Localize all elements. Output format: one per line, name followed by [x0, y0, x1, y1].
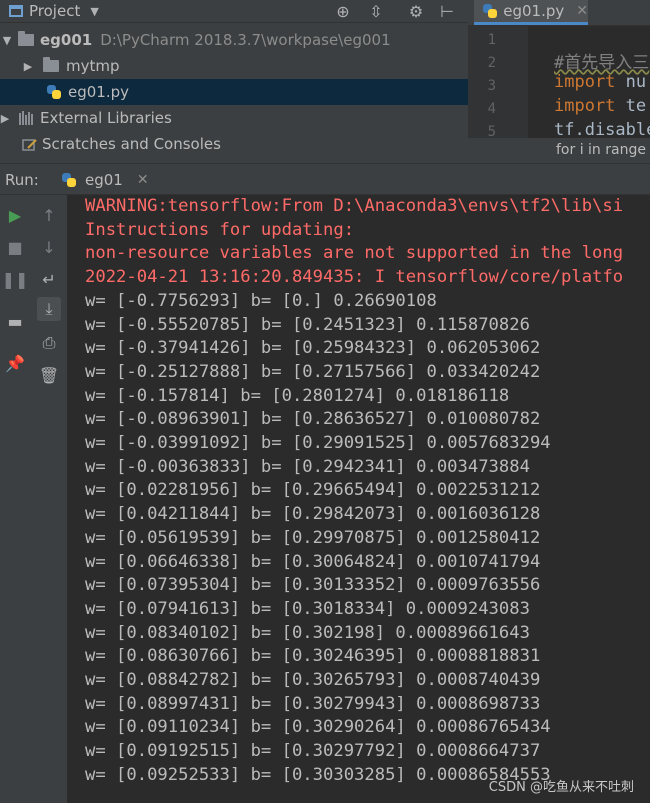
- code-text: nu: [615, 72, 647, 92]
- python-file-icon: [482, 3, 497, 19]
- tree-row-external-libraries[interactable]: ▶ External Libraries: [0, 105, 468, 131]
- console-toolbar: ↑ ↓ ↵ ⤓ ⎙ 🗑: [31, 195, 68, 803]
- project-window-icon: [9, 5, 23, 17]
- console-output-line: w= [0.08630766] b= [0.30246395] 0.000881…: [85, 646, 541, 667]
- scratches-icon: [22, 137, 37, 151]
- print-icon[interactable]: ⎙: [37, 331, 61, 355]
- console-output-line: w= [0.06646338] b= [0.30064824] 0.001074…: [85, 551, 541, 572]
- layout-icon[interactable]: ▬: [3, 309, 27, 333]
- code-line-5[interactable]: tf.disable: [554, 120, 650, 140]
- console-output-line: w= [0.07395304] b= [0.30133352] 0.000976…: [85, 575, 541, 596]
- stop-icon[interactable]: ■: [3, 235, 27, 259]
- code-line-4[interactable]: import te: [554, 96, 646, 116]
- console-output-line: w= [0.02281956] b= [0.29665494] 0.002253…: [85, 480, 541, 501]
- code-line-2[interactable]: #首先导入三: [554, 48, 649, 73]
- console-output-line: w= [0.08997431] b= [0.30279943] 0.000869…: [85, 693, 541, 714]
- code-text: te: [615, 96, 647, 116]
- line-number: 1: [487, 32, 496, 48]
- code-line-3[interactable]: import nu: [554, 72, 646, 92]
- console-output-line: w= [0.08340102] b= [0.302198] 0.00089661…: [85, 622, 530, 643]
- collapse-all-icon[interactable]: ⇳: [366, 1, 386, 21]
- project-panel: Project ▼ ⊕ ⇳ ⚙ ⊢ ▼ eg001 D:\PyCharm 201…: [0, 0, 468, 163]
- project-root-path: D:\PyCharm 2018.3.7\workpase\eg001: [100, 31, 391, 49]
- watermark: CSDN @吃鱼从来不吐刺: [488, 780, 634, 795]
- up-arrow-icon[interactable]: ↑: [37, 203, 61, 227]
- run-label: Run:: [5, 171, 39, 189]
- console-output-line: w= [-0.157814] b= [0.2801274] 0.01818611…: [85, 385, 510, 406]
- editor-panel: eg01.py ✕ 1 2 3 4 5 #首先导入三 import nu imp…: [468, 0, 650, 163]
- close-icon[interactable]: ✕: [576, 3, 588, 19]
- console-error-line: 2022-04-21 13:16:20.849435: I tensorflow…: [85, 267, 624, 288]
- console-output-line: w= [-0.25127888] b= [0.27157566] 0.03342…: [85, 361, 541, 382]
- project-header: Project ▼ ⊕ ⇳ ⚙ ⊢: [0, 0, 468, 23]
- hide-icon[interactable]: ⊢: [437, 1, 457, 21]
- tree-row-eg01-py[interactable]: eg01.py: [0, 79, 468, 105]
- line-number: 3: [487, 78, 496, 94]
- tree-label-external-libraries: External Libraries: [40, 109, 172, 127]
- project-title[interactable]: Project: [29, 2, 80, 20]
- down-arrow-icon[interactable]: ↓: [37, 235, 61, 259]
- console-error-line: WARNING:tensorflow:From D:\Anaconda3\env…: [85, 196, 624, 216]
- run-tab-label: eg01: [85, 170, 123, 189]
- locate-icon[interactable]: ⊕: [333, 1, 353, 21]
- console-output-line: w= [-0.03991092] b= [0.29091525] 0.00576…: [85, 433, 551, 453]
- console-output-line: w= [0.08842782] b= [0.30265793] 0.000874…: [85, 670, 541, 690]
- console-output-line: w= [-0.08963901] b= [0.28636527] 0.01008…: [85, 409, 541, 430]
- chevron-down-icon[interactable]: ▼: [1, 34, 13, 47]
- code-keyword: import: [554, 72, 616, 92]
- pause-icon[interactable]: ❚❚: [2, 267, 29, 291]
- console-output-line: w= [0.09252533] b= [0.30303285] 0.000865…: [85, 764, 551, 785]
- pin-icon[interactable]: 📌: [3, 351, 27, 375]
- tree-label-eg01-py: eg01.py: [68, 83, 130, 101]
- python-file-icon: [61, 172, 77, 188]
- editor-tab-bar: eg01.py ✕: [468, 0, 650, 26]
- console-output-line: w= [0.04211844] b= [0.29842073] 0.001603…: [85, 504, 541, 525]
- console-output-line: w= [-0.55520785] b= [0.2451323] 0.115870…: [85, 314, 530, 335]
- tree-row-scratches[interactable]: Scratches and Consoles: [0, 131, 468, 157]
- trash-icon[interactable]: 🗑: [37, 363, 61, 387]
- python-file-icon: [46, 84, 62, 100]
- folder-icon: [18, 31, 34, 46]
- console-output[interactable]: WARNING:tensorflow:From D:\Anaconda3\env…: [67, 195, 650, 803]
- scroll-to-end-icon[interactable]: ⤓: [37, 297, 61, 321]
- close-icon[interactable]: ✕: [137, 172, 149, 188]
- run-toolbar: ▶ ■ ❚❚ ▬ 📌: [0, 195, 32, 803]
- run-tab-eg01[interactable]: eg01 ✕: [55, 164, 155, 195]
- soft-wrap-icon[interactable]: ↵: [37, 267, 61, 291]
- console-output-line: w= [0.07941613] b= [0.3018334] 0.0009243…: [85, 598, 530, 619]
- chevron-down-icon[interactable]: ▼: [90, 5, 98, 18]
- editor-tab-eg01[interactable]: eg01.py ✕: [474, 0, 588, 25]
- tree-row-eg001[interactable]: ▼ eg001 D:\PyCharm 2018.3.7\workpase\eg0…: [0, 27, 468, 53]
- console-output-line: w= [-0.7756293] b= [0.] 0.26690108: [85, 290, 437, 311]
- line-number: 2: [487, 55, 496, 71]
- console-output-line: w= [-0.00363833] b= [0.2942341] 0.003473…: [85, 456, 530, 477]
- top-area: Project ▼ ⊕ ⇳ ⚙ ⊢ ▼ eg001 D:\PyCharm 201…: [0, 0, 650, 163]
- project-root-label: eg001: [40, 31, 93, 49]
- library-icon: [19, 111, 33, 125]
- line-number: 4: [487, 101, 496, 117]
- tree-label-scratches: Scratches and Consoles: [42, 135, 221, 153]
- console-error-line: non-resource variables are not supported…: [85, 243, 624, 264]
- gear-icon[interactable]: ⚙: [406, 1, 426, 21]
- console-error-line: Instructions for updating:: [85, 219, 355, 240]
- console-output-line: w= [0.09110234] b= [0.30290264] 0.000867…: [85, 717, 551, 738]
- editor-tab-label: eg01.py: [503, 2, 565, 20]
- tree-label-mytmp: mytmp: [66, 57, 120, 75]
- folder-icon: [43, 57, 59, 72]
- run-icon[interactable]: ▶: [3, 203, 27, 227]
- chevron-right-icon[interactable]: ▶: [0, 112, 11, 125]
- chevron-right-icon[interactable]: ▶: [22, 60, 34, 73]
- console-output-line: w= [0.09192515] b= [0.30297792] 0.000866…: [85, 741, 541, 762]
- code-keyword: import: [554, 96, 616, 116]
- tree-row-mytmp[interactable]: ▶ mytmp: [0, 53, 468, 79]
- editor-breadcrumb[interactable]: for i in range: [468, 138, 650, 163]
- console-output-line: w= [0.05619539] b= [0.29970875] 0.001258…: [85, 527, 541, 548]
- run-header: Run: eg01 ✕: [0, 163, 650, 195]
- console-output-line: w= [-0.37941426] b= [0.25984323] 0.06205…: [85, 338, 541, 359]
